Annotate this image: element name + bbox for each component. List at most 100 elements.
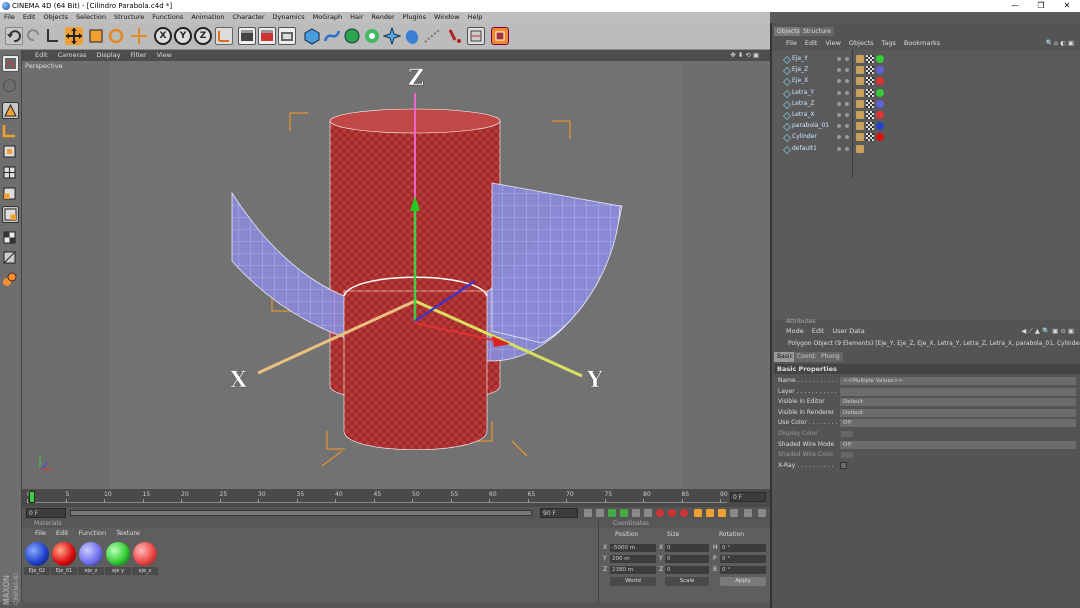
attribute-value-field[interactable]: Off [840, 440, 1076, 449]
object-row[interactable]: Letra_X [772, 110, 1080, 121]
tab-coord[interactable]: Coord. [794, 352, 820, 362]
visibility-render-dot[interactable] [845, 146, 849, 151]
record-keys-icon[interactable] [656, 509, 664, 517]
scale-key-icon[interactable] [706, 509, 714, 517]
rotation-b-field[interactable]: 0 ° [720, 566, 766, 574]
visibility-render-dot[interactable] [845, 101, 849, 106]
checker-icon[interactable] [2, 230, 19, 247]
array-cloner-icon[interactable] [363, 27, 381, 45]
menu-hair[interactable]: Hair [346, 12, 367, 23]
start-frame-field[interactable]: 0 F [26, 508, 66, 518]
phong-tag-icon[interactable] [856, 77, 864, 86]
position-x-field[interactable]: -5000 m [610, 544, 656, 552]
phong-tag-icon[interactable] [856, 88, 864, 97]
attribute-value-field[interactable]: Default [840, 398, 1076, 407]
phong-tag-icon[interactable] [856, 111, 864, 119]
minimize-button[interactable]: — [1002, 0, 1028, 12]
current-frame-field[interactable]: 0 F [730, 492, 766, 502]
visibility-render-dot[interactable] [845, 90, 849, 95]
material-swatch[interactable]: Eje_01 [51, 541, 77, 575]
object-name[interactable]: parabola_01 [792, 122, 829, 129]
object-row[interactable]: Cylinder [772, 132, 1080, 143]
menu-character[interactable]: Character [228, 12, 268, 23]
rotate-tool-icon[interactable] [107, 27, 125, 45]
apply-button[interactable]: Apply [720, 577, 766, 586]
objects-menu-edit[interactable]: Edit [801, 38, 822, 49]
render-settings-icon[interactable] [278, 27, 296, 45]
material-tag-icon[interactable] [876, 99, 884, 108]
scale-tool-icon[interactable] [87, 27, 105, 45]
objects-menu-file[interactable]: File [782, 38, 801, 49]
visibility-render-dot[interactable] [845, 57, 849, 61]
visibility-render-dot[interactable] [845, 79, 849, 84]
uvw-tag-icon[interactable] [866, 77, 874, 86]
menu-render[interactable]: Render [368, 12, 399, 23]
material-swatch[interactable]: eje y [105, 541, 131, 575]
position-key-icon[interactable] [694, 509, 702, 517]
attributes-nav-icons[interactable]: ◀ ⟋ ▲ 🔍 ▣ ⊙ ▣ [1017, 326, 1078, 337]
viewport-menu-display[interactable]: Display [92, 50, 126, 61]
menu-dynamics[interactable]: Dynamics [269, 12, 309, 23]
play-backwards-icon[interactable] [608, 509, 616, 517]
next-key-icon[interactable] [632, 509, 640, 517]
polygon-mode-icon[interactable] [2, 186, 19, 203]
visibility-render-dot[interactable] [845, 68, 849, 73]
visibility-editor-dot[interactable] [837, 135, 841, 140]
keyframe-selection-icon[interactable] [680, 509, 688, 517]
render-view-icon[interactable] [238, 27, 256, 45]
menu-structure[interactable]: Structure [110, 12, 148, 23]
objects-menu-bookmarks[interactable]: Bookmarks [900, 38, 944, 49]
material-tag-icon[interactable] [876, 133, 884, 142]
attribute-value-field[interactable]: Default [840, 408, 1076, 417]
x-ray-checkbox[interactable] [840, 461, 847, 469]
point-mode-icon[interactable] [2, 144, 19, 161]
timeline-ruler[interactable]: 051015202530354045505560657075808590 0 F [22, 489, 770, 507]
material-tag-icon[interactable] [876, 111, 884, 119]
uv-mode-icon[interactable] [2, 206, 19, 223]
viewport-nav-icons[interactable]: ✥ ⬍ ⟲ ▣ [725, 50, 764, 61]
viewport-menu-view[interactable]: View [152, 50, 177, 61]
cube-primitive-icon[interactable] [303, 27, 321, 45]
menu-objects[interactable]: Objects [39, 12, 72, 23]
menu-selection[interactable]: Selection [72, 12, 110, 23]
objects-menu-objects[interactable]: Objects [845, 38, 878, 49]
object-name[interactable]: Letra_X [792, 111, 815, 118]
materials-menu-texture[interactable]: Texture [111, 528, 145, 538]
maximize-button[interactable]: ❐ [1028, 0, 1054, 12]
visibility-render-dot[interactable] [845, 135, 849, 140]
uvw-tag-icon[interactable] [866, 122, 874, 131]
uvw-tag-icon[interactable] [866, 111, 874, 119]
size-y-field[interactable]: 0 [665, 555, 709, 563]
position-z-field[interactable]: 2380 m [610, 566, 656, 574]
scene-environment-icon[interactable] [403, 27, 421, 45]
object-row[interactable]: Eje_Z [772, 65, 1080, 76]
go-to-end-icon[interactable] [644, 509, 652, 517]
camera-icon[interactable] [423, 27, 441, 45]
perspective-viewport[interactable]: Perspective Z X Y [22, 61, 770, 489]
object-row[interactable]: Letra_Z [772, 99, 1080, 110]
snap-settings-icon[interactable] [467, 27, 485, 45]
attributes-menu-user-data[interactable]: User Data [828, 326, 868, 337]
nurbs-icon[interactable] [343, 27, 361, 45]
phong-tag-icon[interactable] [856, 144, 864, 153]
go-to-start-icon[interactable] [584, 509, 592, 517]
rotation-key-icon[interactable] [718, 509, 726, 517]
timeline-window-icon[interactable] [758, 509, 766, 517]
size-x-field[interactable]: 0 [665, 544, 709, 552]
phong-tag-icon[interactable] [856, 66, 864, 75]
objects-menu-view[interactable]: View [821, 38, 844, 49]
visibility-editor-dot[interactable] [837, 113, 841, 117]
visibility-render-dot[interactable] [845, 113, 849, 117]
previous-key-icon[interactable] [596, 509, 604, 517]
viewport-menu-edit[interactable]: Edit [30, 50, 53, 61]
object-name[interactable]: Letra_Z [792, 100, 815, 107]
edge-mode-icon[interactable] [2, 165, 19, 182]
color-swatch[interactable] [840, 451, 854, 460]
object-row[interactable]: Eje_Y [772, 54, 1080, 65]
rotation-p-field[interactable]: 0 ° [720, 555, 766, 563]
attribute-value-field[interactable] [840, 387, 1076, 396]
object-name[interactable]: Eje_Y [792, 55, 808, 62]
object-name[interactable]: Eje_X [792, 77, 808, 84]
object-row[interactable]: Eje_X [772, 76, 1080, 87]
materials-menu-function[interactable]: Function [73, 528, 111, 538]
